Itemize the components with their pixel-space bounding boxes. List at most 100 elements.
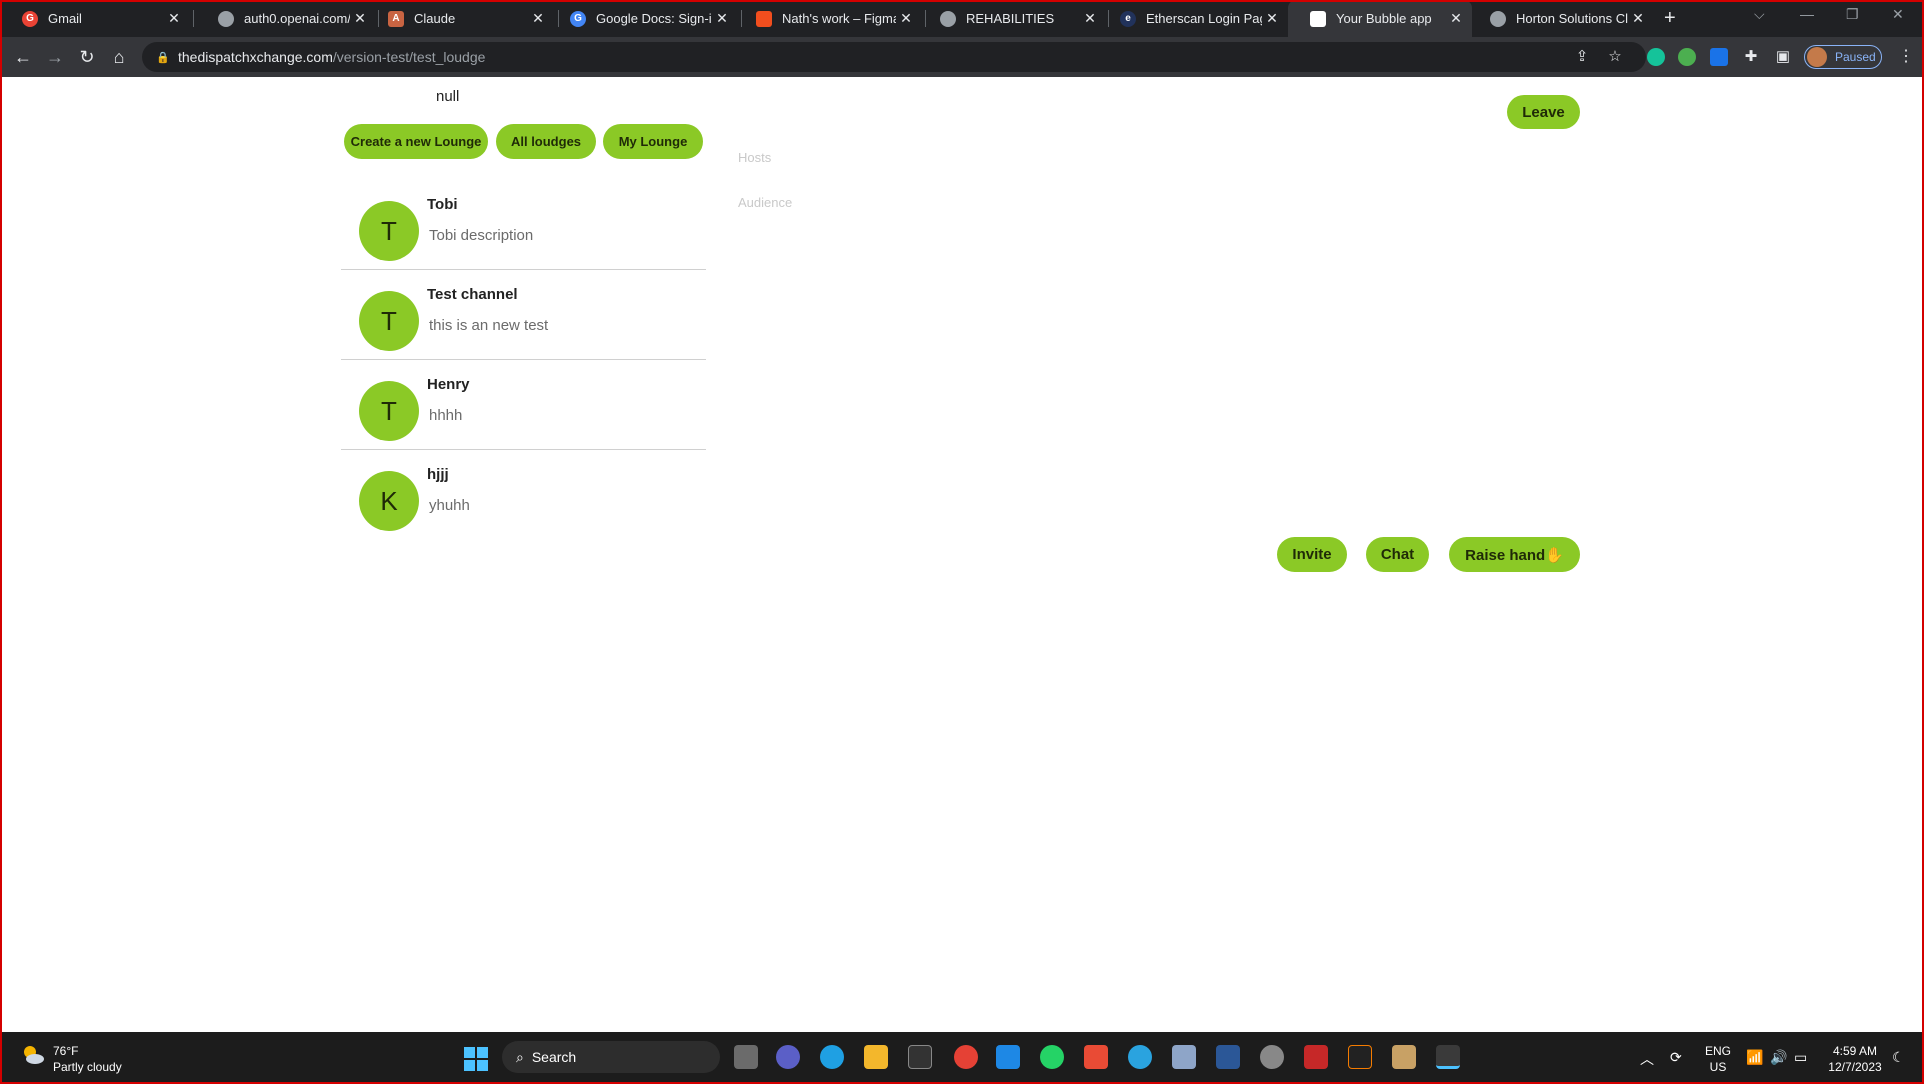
acrobat-icon[interactable] [1304,1045,1328,1069]
leave-button[interactable]: Leave [1507,95,1580,129]
url-path: /version-test/test_loudge [332,49,486,65]
clock-time[interactable]: 4:59 AM [1820,1044,1890,1058]
profile-status-label: Paused [1835,50,1876,64]
window-close-icon[interactable]: ✕ [1892,6,1904,23]
tab-rehabilities[interactable]: REHABILITIES ✕ [918,0,1106,37]
tab-etherscan[interactable]: e Etherscan Login Page ✕ [1098,0,1288,37]
word-icon[interactable] [1216,1045,1240,1069]
tab-title: Etherscan Login Page [1146,11,1262,26]
tab-horton[interactable]: Horton Solutions Clie ✕ [1468,0,1654,37]
app-icon[interactable] [1436,1045,1460,1069]
avatar: K [359,471,419,531]
whatsapp-icon[interactable] [1040,1045,1064,1069]
tab-title: auth0.openai.com/u/l [244,11,350,26]
close-icon[interactable]: ✕ [1262,10,1282,27]
avatar: T [359,381,419,441]
tab-title: Gmail [48,11,82,26]
address-bar[interactable]: 🔒 thedispatchxchange.com /version-test/t… [142,42,1646,72]
terminal-icon[interactable] [908,1045,932,1069]
telegram-icon[interactable] [1128,1045,1152,1069]
teams-icon[interactable] [776,1045,800,1069]
chrome-icon[interactable] [954,1045,978,1069]
volume-icon[interactable]: 🔊 [1770,1049,1787,1066]
back-arrow-icon[interactable]: ← [12,46,34,68]
tab-google-docs[interactable]: G Google Docs: Sign-in ✕ [548,0,738,37]
bookmark-star-icon[interactable]: ☆ [1606,48,1624,66]
vscode-icon[interactable] [996,1045,1020,1069]
grammarly-icon[interactable] [1647,48,1665,66]
app-icon[interactable] [1260,1045,1284,1069]
sync-icon[interactable]: ⟳ [1670,1049,1682,1066]
minimize-icon[interactable]: — [1800,6,1814,22]
close-icon[interactable]: ✕ [528,10,548,27]
new-tab-plus-icon[interactable]: + [1664,7,1676,30]
etherscan-icon: e [1120,10,1136,27]
tab-gmail[interactable]: G Gmail ✕ [0,0,190,37]
avatar [1807,47,1827,67]
list-item[interactable]: T Test channel this is an new test [341,270,706,360]
restore-icon[interactable]: ❐ [1846,6,1859,23]
home-icon[interactable]: ⌂ [108,46,130,68]
clock-date[interactable]: 12/7/2023 [1820,1060,1890,1074]
close-icon[interactable]: ✕ [164,10,184,27]
task-view-icon[interactable] [734,1045,758,1069]
list-item[interactable]: T Henry hhhh [341,360,706,450]
notification-icon[interactable]: ☾ [1892,1049,1905,1066]
close-icon[interactable]: ✕ [712,10,732,27]
close-icon[interactable]: ✕ [896,10,916,27]
close-icon[interactable]: ✕ [1080,10,1100,27]
create-lounge-button[interactable]: Create a new Lounge [344,124,488,159]
app-icon[interactable] [1084,1045,1108,1069]
package-icon[interactable] [1392,1045,1416,1069]
share-icon[interactable]: ⇪ [1573,48,1591,66]
lounge-list: T Tobi Tobi description T Test channel t… [341,180,706,540]
language-indicator[interactable]: ENG [1700,1044,1736,1058]
file-explorer-icon[interactable] [864,1045,888,1069]
weather-temperature: 76°F [53,1044,79,1058]
invite-button[interactable]: Invite [1277,537,1347,572]
puzzle-extensions-icon[interactable]: ✚ [1742,48,1760,66]
list-item[interactable]: K hjjj yhuhh [341,450,706,540]
all-lounges-button[interactable]: All loudges [496,124,596,159]
browser-tab-bar: G Gmail ✕ auth0.openai.com/u/l ✕ A Claud… [0,0,1924,37]
more-menu-icon[interactable]: ⋮ [1898,46,1914,66]
close-icon[interactable]: ✕ [1446,10,1466,27]
edge-icon[interactable] [820,1045,844,1069]
my-lounge-button[interactable]: My Lounge [603,124,703,159]
figma-icon [756,10,772,27]
search-icon: ⌕ [516,1048,524,1065]
lounge-description: hhhh [429,407,463,424]
language-region[interactable]: US [1700,1060,1736,1074]
app-icon[interactable] [1348,1045,1372,1069]
raise-hand-button[interactable]: Raise hand✋ [1449,537,1580,572]
lounge-name: Henry [427,376,470,393]
chevron-up-icon[interactable]: ︿ [1640,1049,1654,1069]
profile-button[interactable]: Paused [1804,45,1882,69]
tab-title: Horton Solutions Clie [1516,11,1628,26]
url-host: thedispatchxchange.com [178,49,333,65]
taskbar-search[interactable]: ⌕ Search [502,1041,720,1073]
audience-heading: Audience [738,195,793,210]
forward-arrow-icon[interactable]: → [44,46,66,68]
chat-button[interactable]: Chat [1366,537,1429,572]
close-icon[interactable]: ✕ [1628,10,1648,27]
gmail-icon: G [22,10,38,27]
wifi-icon[interactable]: 📶 [1746,1049,1763,1066]
download-icon[interactable] [1710,48,1728,66]
google-icon: G [570,10,586,27]
reload-icon[interactable]: ↻ [76,46,98,68]
tab-bubble-app[interactable]: Your Bubble app ✕ [1288,0,1472,37]
tab-search-chevron-icon[interactable]: ⌵ [1754,6,1765,23]
bubble-icon [1310,10,1326,27]
tab-claude[interactable]: A Claude ✕ [366,0,554,37]
extension-icon[interactable] [1678,48,1696,66]
list-item[interactable]: T Tobi Tobi description [341,180,706,270]
claude-icon: A [388,10,404,27]
tab-figma[interactable]: Nath's work – Figma ✕ [734,0,922,37]
side-panel-icon[interactable]: ▣ [1774,48,1792,66]
tab-auth0[interactable]: auth0.openai.com/u/l ✕ [196,0,376,37]
monitor-icon[interactable] [1172,1045,1196,1069]
partly-cloudy-icon[interactable] [20,1042,46,1068]
battery-icon[interactable]: ▭ [1794,1049,1807,1066]
windows-start-icon[interactable] [464,1047,488,1071]
